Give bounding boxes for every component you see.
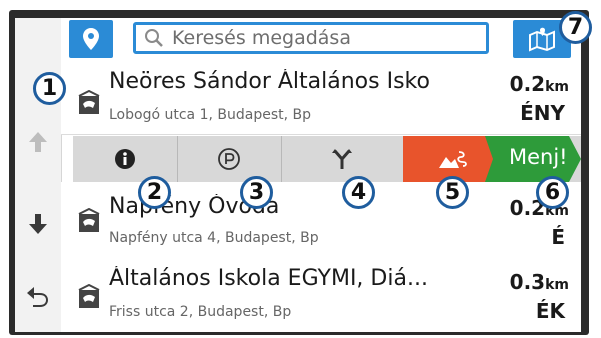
callout-7: 7 [559,11,592,44]
parking-button[interactable] [177,136,282,182]
result-row-1[interactable]: Neöres Sándor Általános Isko Lobogó utca… [61,64,581,135]
school-icon [78,284,100,308]
fork-button[interactable] [281,136,404,182]
result-title: Általános Iskola EGYMI, Diá... [109,266,428,291]
search-placeholder: Keresés megadása [172,27,351,49]
info-button[interactable] [73,136,178,182]
back-button[interactable] [15,276,61,316]
result-direction: É [551,225,565,249]
callout-1: 1 [33,72,66,105]
arrow-up-icon [29,132,47,152]
scroll-down-button[interactable] [15,204,61,244]
scroll-up-button[interactable] [15,122,61,162]
result-row-3[interactable]: Általános Iskola EGYMI, Diá... Friss utc… [61,252,581,332]
arrow-down-icon [29,214,47,234]
location-pin-icon [83,28,99,50]
result-distance: 0.2km [509,72,569,96]
callout-2: 2 [138,176,171,209]
callout-4: 4 [342,176,375,209]
go-label: Menj! [509,145,568,169]
search-icon [145,29,163,47]
callout-3: 3 [240,176,273,209]
result-address: Napfény utca 4, Budapest, Bp [109,230,319,246]
callout-5: 5 [436,176,469,209]
action-bar: Menj! [73,136,581,182]
device-screen: Keresés megadása Neöres Sándor Általános… [15,18,581,332]
search-input[interactable]: Keresés megadása [133,22,489,54]
figure: Keresés megadása Neöres Sándor Általános… [0,0,601,338]
school-icon [78,90,100,114]
school-icon [78,208,100,232]
location-button[interactable] [69,20,113,58]
result-direction: ÉK [535,299,565,323]
result-address: Friss utca 2, Budapest, Bp [109,304,292,320]
result-distance: 0.3km [509,270,569,294]
result-direction: ÉNY [520,101,565,125]
top-bar: Keresés megadása [61,18,581,65]
route-icon [439,151,467,168]
info-icon [115,149,135,169]
result-address: Lobogó utca 1, Budapest, Bp [109,107,311,123]
parking-icon [218,148,240,170]
fork-icon [332,149,352,169]
back-icon [27,287,48,307]
result-title: Neöres Sándor Általános Isko [109,69,430,94]
callout-6: 6 [536,176,569,209]
left-nav [15,18,62,332]
map-icon [529,27,555,52]
